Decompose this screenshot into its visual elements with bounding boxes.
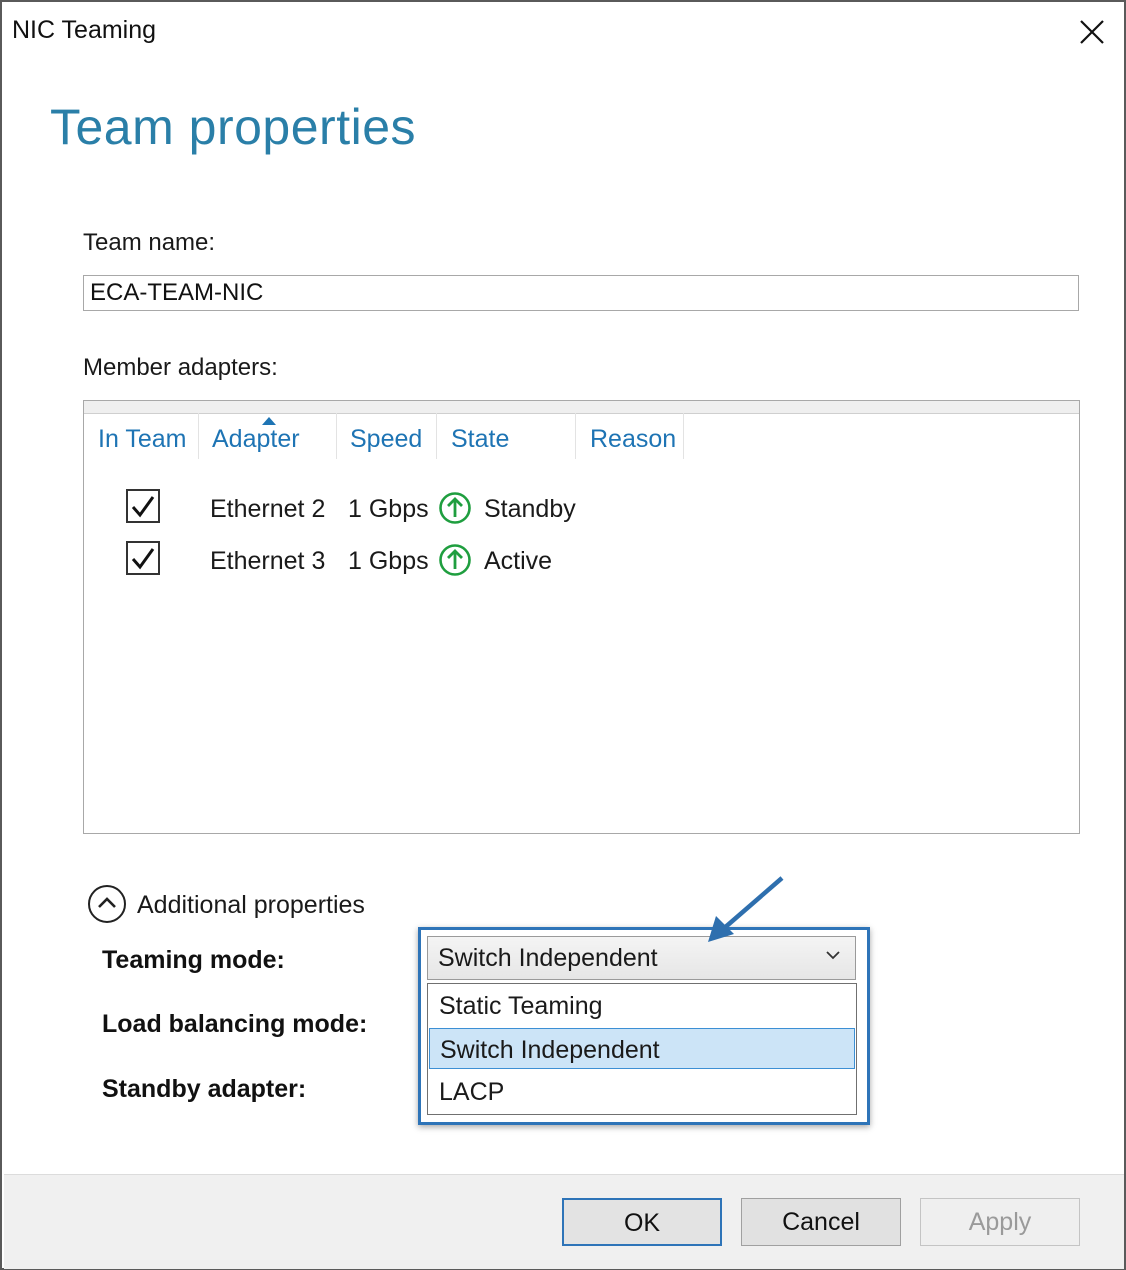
- window-title: NIC Teaming: [12, 16, 157, 44]
- checkmark-icon: [131, 496, 155, 518]
- column-divider[interactable]: [575, 413, 576, 459]
- sort-ascending-icon: [262, 417, 276, 425]
- column-divider[interactable]: [336, 413, 337, 459]
- page-title: Team properties: [50, 99, 416, 155]
- team-name-label: Team name:: [83, 229, 216, 256]
- adapter-name: Ethernet 3: [210, 547, 326, 575]
- adapter-state: Active: [484, 547, 553, 575]
- teaming-mode-label: Teaming mode:: [102, 946, 285, 974]
- column-header-state[interactable]: State: [451, 425, 509, 454]
- nic-teaming-dialog: NIC Teaming Team properties Team name: M…: [0, 0, 1126, 1270]
- up-arrow-icon: [439, 544, 471, 576]
- team-name-input[interactable]: [83, 275, 1079, 311]
- column-divider[interactable]: [198, 413, 199, 459]
- column-header-reason[interactable]: Reason: [590, 425, 676, 454]
- column-header-speed[interactable]: Speed: [350, 425, 422, 454]
- member-adapters-list: In Team Adapter Speed State Reason Ether…: [83, 400, 1080, 834]
- adapter-name: Ethernet 2: [210, 495, 326, 523]
- load-balancing-mode-label: Load balancing mode:: [102, 1010, 368, 1038]
- adapter-speed: 1 Gbps: [348, 547, 429, 575]
- member-adapters-label: Member adapters:: [83, 354, 278, 381]
- column-header-in-team[interactable]: In Team: [98, 425, 186, 454]
- column-header-adapter[interactable]: Adapter: [212, 425, 300, 454]
- adapter-state: Standby: [484, 495, 576, 523]
- column-divider[interactable]: [436, 413, 437, 459]
- standby-adapter-label: Standby adapter:: [102, 1075, 307, 1103]
- cancel-button[interactable]: Cancel: [741, 1198, 901, 1246]
- adapter-speed: 1 Gbps: [348, 495, 429, 523]
- list-header-bar: [84, 401, 1079, 414]
- in-team-checkbox[interactable]: [126, 541, 160, 575]
- checkmark-icon: [131, 548, 155, 570]
- ok-button[interactable]: OK: [562, 1198, 722, 1246]
- annotation-arrow-icon: [708, 876, 784, 942]
- up-arrow-icon: [439, 492, 471, 524]
- highlight-callout-box: [418, 927, 870, 1125]
- apply-button[interactable]: Apply: [920, 1198, 1080, 1246]
- collapse-chevron-icon[interactable]: [87, 884, 127, 924]
- column-divider[interactable]: [683, 413, 684, 459]
- additional-properties-toggle[interactable]: Additional properties: [137, 891, 365, 920]
- close-icon[interactable]: [1072, 12, 1112, 52]
- in-team-checkbox[interactable]: [126, 489, 160, 523]
